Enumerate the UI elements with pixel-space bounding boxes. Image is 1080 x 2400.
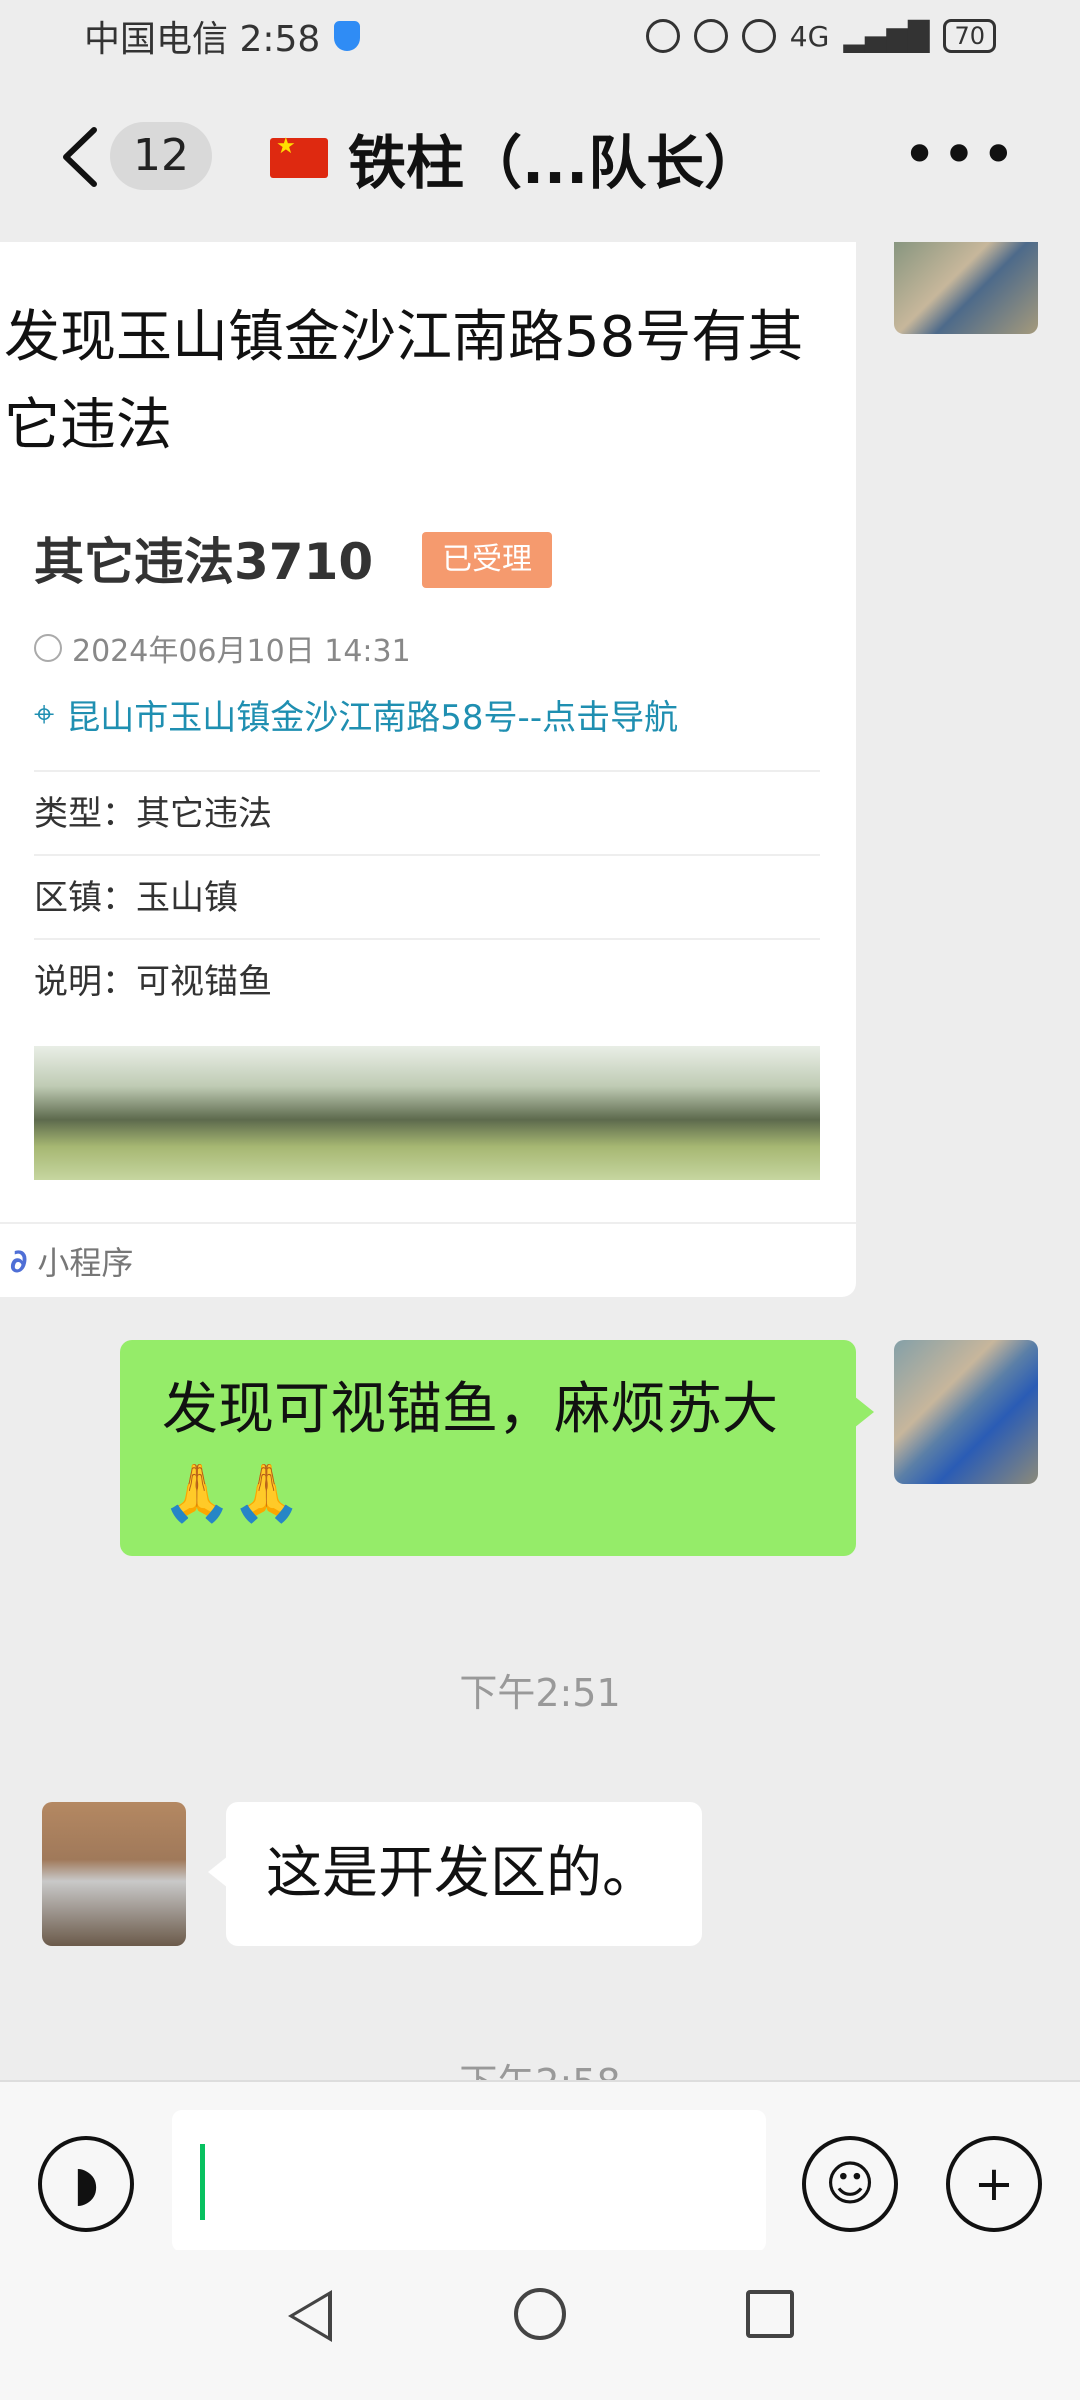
- location-text[interactable]: 昆山市玉山镇金沙江南路58号--点击导航: [66, 690, 678, 739]
- china-flag-icon: [270, 134, 328, 178]
- mini-program-label: 小程序: [37, 1243, 134, 1282]
- signal-icon: ▂▄▆█: [843, 19, 930, 53]
- case-name: 其它违法3710: [34, 533, 374, 591]
- clock-icon: [34, 634, 62, 662]
- row-label: 区镇：: [34, 878, 136, 918]
- chat-title-text: 铁柱（...队长）: [348, 129, 763, 197]
- mini-program-card[interactable]: 发现玉山镇金沙江南路58号有其它违法 其它违法3710 已受理 2024年06月…: [0, 242, 856, 1297]
- voice-button[interactable]: ◗: [38, 2136, 134, 2232]
- datetime-text: 2024年06月10日 14:31: [72, 634, 411, 669]
- more-button[interactable]: •••: [902, 125, 1020, 185]
- card-row-type: 类型： 其它违法: [34, 770, 820, 854]
- card-row-description: 说明： 可视锚鱼: [34, 938, 820, 1022]
- chat-area[interactable]: 发现玉山镇金沙江南路58号有其它违法 其它违法3710 已受理 2024年06月…: [0, 242, 1080, 2080]
- shield-icon: [334, 21, 361, 51]
- eye-icon: [693, 19, 728, 53]
- avatar[interactable]: [894, 1340, 1038, 1484]
- emoji-icon: ☺: [824, 2156, 876, 2212]
- time-divider: 下午2:58: [0, 2052, 1080, 2080]
- mini-program-icon: ∂: [10, 1241, 28, 1280]
- input-bar: ◗ ☺ +: [0, 2080, 1080, 2252]
- battery-icon: 70: [943, 19, 996, 53]
- back-icon[interactable]: [52, 122, 112, 192]
- plus-icon: +: [973, 2156, 1015, 2212]
- status-right: 4G ▂▄▆█ 70: [645, 19, 996, 53]
- case-photo[interactable]: [34, 1046, 820, 1180]
- row-label: 类型：: [34, 794, 136, 834]
- avatar[interactable]: [42, 1802, 186, 1946]
- message-input[interactable]: [172, 2110, 766, 2252]
- emoji-button[interactable]: ☺: [802, 2136, 898, 2232]
- chat-title: 铁柱（...队长）: [270, 116, 762, 200]
- voice-icon: ◗: [73, 2156, 99, 2212]
- received-message[interactable]: 这是开发区的。: [208, 1802, 702, 1946]
- row-value: 其它违法: [136, 794, 272, 834]
- case-datetime: 2024年06月10日 14:31: [34, 626, 411, 670]
- network-label: 4G: [789, 19, 830, 53]
- row-value: 可视锚鱼: [136, 962, 272, 1002]
- card-title: 发现玉山镇金沙江南路58号有其它违法: [4, 305, 804, 458]
- card-row-district: 区镇： 玉山镇: [34, 854, 820, 938]
- time-divider: 下午2:51: [459, 1671, 621, 1715]
- text-caret: [200, 2144, 205, 2220]
- status-badge: 已受理: [422, 532, 552, 588]
- unread-badge[interactable]: 12: [110, 122, 212, 190]
- carrier-time: 中国电信 2:58: [84, 19, 321, 60]
- nav-back-icon[interactable]: [288, 2290, 332, 2342]
- avatar[interactable]: [894, 242, 1038, 334]
- nav-home-icon[interactable]: [514, 2288, 566, 2340]
- nfc-icon: [645, 19, 680, 53]
- alarm-icon: [741, 19, 776, 53]
- row-label: 说明：: [34, 962, 136, 1002]
- nav-recent-apps-icon[interactable]: [746, 2290, 794, 2338]
- status-left: 中国电信 2:58: [84, 10, 361, 62]
- card-footer: ∂ 小程序: [0, 1222, 856, 1297]
- system-nav-bar: [0, 2250, 1080, 2400]
- location-pin-icon: ⌖: [34, 693, 55, 735]
- plus-button[interactable]: +: [946, 2136, 1042, 2232]
- sent-message[interactable]: 发现可视锚鱼，麻烦苏大🙏🙏: [120, 1340, 874, 1556]
- location-link[interactable]: ⌖ 昆山市玉山镇金沙江南路58号--点击导航: [34, 690, 678, 739]
- status-bar: 中国电信 2:58 4G ▂▄▆█ 70: [0, 0, 1080, 72]
- chat-header: 12 铁柱（...队长） •••: [0, 72, 1080, 242]
- row-value: 玉山镇: [136, 878, 238, 918]
